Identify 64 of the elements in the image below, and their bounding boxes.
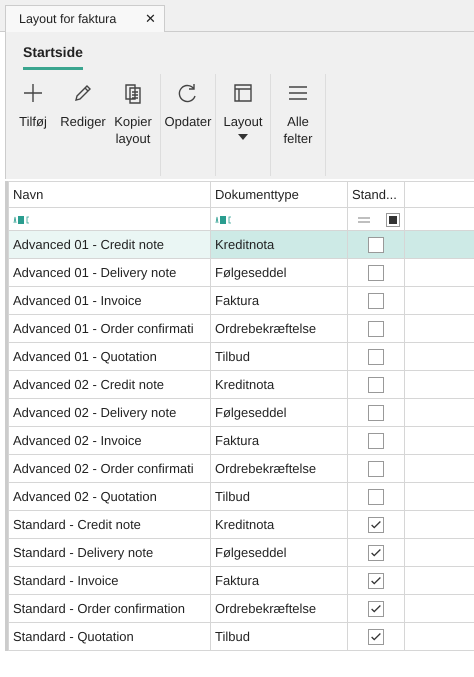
checkbox[interactable] [368,349,384,366]
table-cell: Faktura [210,286,348,314]
table-cell: Følgeseddel [210,538,348,566]
checkbox[interactable] [368,489,384,506]
tab-title: Layout for faktura [19,10,116,28]
ribbon-button[interactable]: Layout [218,74,268,176]
ribbon-button[interactable]: Tilføj [8,74,58,176]
table-cell: Advanced 01 - Order confirmati [8,314,210,342]
table-cell: Standard - Quotation [8,622,210,650]
filter-checkbox[interactable] [386,212,400,227]
checkbox[interactable] [368,377,384,394]
text-filter-icon [215,216,233,224]
table-cell: Advanced 02 - Quotation [8,482,210,510]
table-cell: Faktura [210,426,348,454]
layout-icon [232,82,254,104]
ribbon-button[interactable]: Alle felter [273,74,323,176]
text-filter-icon [13,216,31,224]
ribbon-button[interactable]: Kopier layout [108,74,158,176]
table-cell: Kreditnota [210,370,348,398]
table-cell: Advanced 02 - Delivery note [8,398,210,426]
equals-icon [358,216,370,223]
table-cell: Faktura [210,566,348,594]
ribbon-tab[interactable]: Startside [23,32,83,70]
table-cell: Ordrebekræftelse [210,454,348,482]
checkbox[interactable] [368,573,384,590]
checkbox[interactable] [368,433,384,450]
column-header[interactable]: Dokumenttype [210,182,348,208]
checkbox[interactable] [368,237,384,254]
table-cell: Kreditnota [210,230,348,258]
table-cell: Advanced 02 - Invoice [8,426,210,454]
ribbon-button[interactable]: Rediger [58,74,108,176]
table-cell: Advanced 02 - Credit note [8,370,210,398]
checkbox[interactable] [368,405,384,422]
plus-icon [22,82,44,104]
table-cell: Advanced 01 - Invoice [8,286,210,314]
table-cell: Advanced 01 - Credit note [8,230,210,258]
table-cell: Advanced 01 - Delivery note [8,258,210,286]
checkbox[interactable] [368,265,384,282]
table-cell: Ordrebekræftelse [210,594,348,622]
table-cell: Advanced 02 - Order confirmati [8,454,210,482]
checkbox[interactable] [368,293,384,310]
checkbox[interactable] [368,321,384,338]
close-button[interactable]: ✕ [145,9,156,29]
table-cell: Standard - Order confirmation [8,594,210,622]
table-cell: Kreditnota [210,510,348,538]
table-cell: Ordrebekræftelse [210,314,348,342]
table-cell: Følgeseddel [210,398,348,426]
table-cell: Standard - Delivery note [8,538,210,566]
checkbox[interactable] [368,461,384,478]
table-cell: Følgeseddel [210,258,348,286]
checkbox[interactable] [368,629,384,646]
checkbox[interactable] [368,601,384,618]
table-cell: Tilbud [210,482,348,510]
table-cell: Tilbud [210,342,348,370]
table-cell: Tilbud [210,622,348,650]
column-header[interactable]: Navn [8,182,210,208]
column-header[interactable]: Stand... [348,182,404,208]
ribbon-button[interactable]: Opdater [163,74,213,176]
table-cell: Standard - Invoice [8,566,210,594]
table-cell: Standard - Credit note [8,510,210,538]
table-cell: Advanced 01 - Quotation [8,342,210,370]
document-tab[interactable]: Layout for faktura ✕ [5,5,165,32]
checkbox[interactable] [368,517,384,534]
checkbox[interactable] [368,545,384,562]
